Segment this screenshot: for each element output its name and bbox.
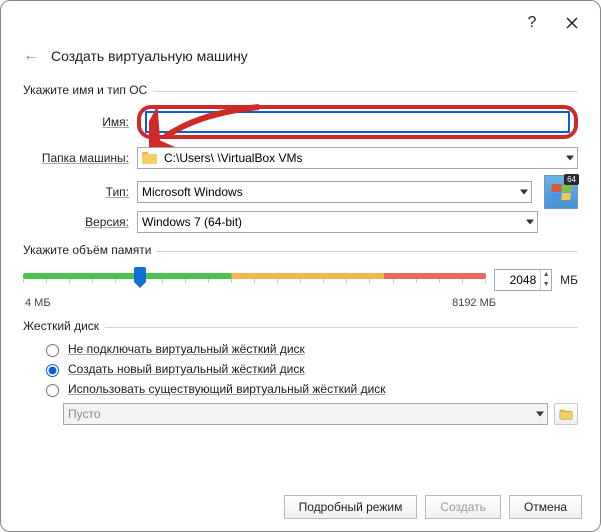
type-combo[interactable]: Microsoft Windows [137,181,532,203]
radio-label: Не подключать виртуальный жёсткий диск [68,342,305,356]
memory-max: 8192 МБ [452,297,496,309]
close-icon [566,17,578,29]
radio-input[interactable] [46,364,59,377]
type-value: Microsoft Windows [142,185,243,199]
name-label: Имя: [23,115,131,129]
page-title: Создать виртуальную машину [51,48,248,64]
group-title: Жесткий диск [23,319,99,333]
chevron-down-icon [566,156,574,161]
cancel-button[interactable]: Отмена [509,495,582,519]
memory-unit: МБ [560,273,578,287]
memory-value-input[interactable] [495,273,540,287]
footer: Подробный режим Создать Отмена [284,495,582,519]
radio-label: Создать новый виртуальный жёсткий диск [68,362,305,376]
folder-icon [142,152,158,164]
radio-disk-none[interactable]: Не подключать виртуальный жёсткий диск [41,341,578,357]
memory-row: ▲▼ МБ [23,265,578,295]
row-name: Имя: [23,105,578,139]
existing-disk-combo: Пусто [63,403,548,425]
existing-disk-value: Пусто [68,407,101,421]
create-button: Создать [425,495,501,519]
group-title: Укажите имя и тип ОС [23,83,147,97]
group-header-disk: Жесткий диск [23,319,578,333]
name-highlight-annotation [137,105,578,139]
group-header-name-os: Укажите имя и тип ОС [23,83,578,97]
chevron-down-icon [536,412,544,417]
arch-badge: 64 [564,174,579,185]
folder-label: Папка машины: [23,151,131,165]
version-label: Версия: [23,215,131,229]
memory-slider[interactable] [23,265,486,295]
radio-input[interactable] [46,344,59,357]
dialog-window: ? ← Создать виртуальную машину Укажите и… [0,0,601,532]
spinner-arrows[interactable]: ▲▼ [540,270,551,290]
radio-input[interactable] [46,384,59,397]
group-name-os: Укажите имя и тип ОС Имя: Папка машины: … [23,83,578,233]
name-input[interactable] [145,111,570,133]
browse-disk-button [554,403,578,425]
windows-logo-icon [550,184,572,200]
back-arrow-icon[interactable]: ← [23,47,39,65]
version-combo[interactable]: Windows 7 (64-bit) [137,211,538,233]
group-header-memory: Укажите объём памяти [23,243,578,257]
row-version: Версия: Windows 7 (64-bit) [23,211,578,233]
expert-mode-button[interactable]: Подробный режим [284,495,418,519]
group-title: Укажите объём памяти [23,243,151,257]
folder-value: C:\Users\ \VirtualBox VMs [164,151,302,165]
divider [105,327,578,328]
radio-label: Использовать существующий виртуальный жё… [68,382,386,396]
type-label: Тип: [23,185,131,199]
os-emblem: 64 [544,175,578,209]
content: Укажите имя и тип ОС Имя: Папка машины: … [1,83,600,437]
chevron-down-icon [520,190,528,195]
version-value: Windows 7 (64-bit) [142,215,242,229]
radio-disk-new[interactable]: Создать новый виртуальный жёсткий диск [41,361,578,377]
close-button[interactable] [552,8,592,38]
memory-range-labels: 4 МБ 8192 МБ [23,295,578,309]
memory-spinbox[interactable]: ▲▼ [494,269,552,291]
slider-thumb[interactable] [134,267,146,283]
group-memory: Укажите объём памяти ▲▼ МБ 4 МБ [23,243,578,309]
divider [153,91,578,92]
radio-disk-existing[interactable]: Использовать существующий виртуальный жё… [41,381,578,397]
existing-disk-row: Пусто [63,403,578,425]
help-button[interactable]: ? [512,8,552,38]
divider [157,251,578,252]
folder-up-icon [559,407,573,421]
memory-min: 4 МБ [25,297,51,309]
group-disk: Жесткий диск Не подключать виртуальный ж… [23,319,578,425]
row-type: Тип: Microsoft Windows 64 [23,175,578,209]
titlebar: ? [1,1,600,45]
chevron-down-icon [526,220,534,225]
folder-combo[interactable]: C:\Users\ \VirtualBox VMs [137,147,578,169]
wizard-header: ← Создать виртуальную машину [1,45,600,77]
slider-ticks [23,279,486,283]
row-folder: Папка машины: C:\Users\ \VirtualBox VMs [23,147,578,169]
